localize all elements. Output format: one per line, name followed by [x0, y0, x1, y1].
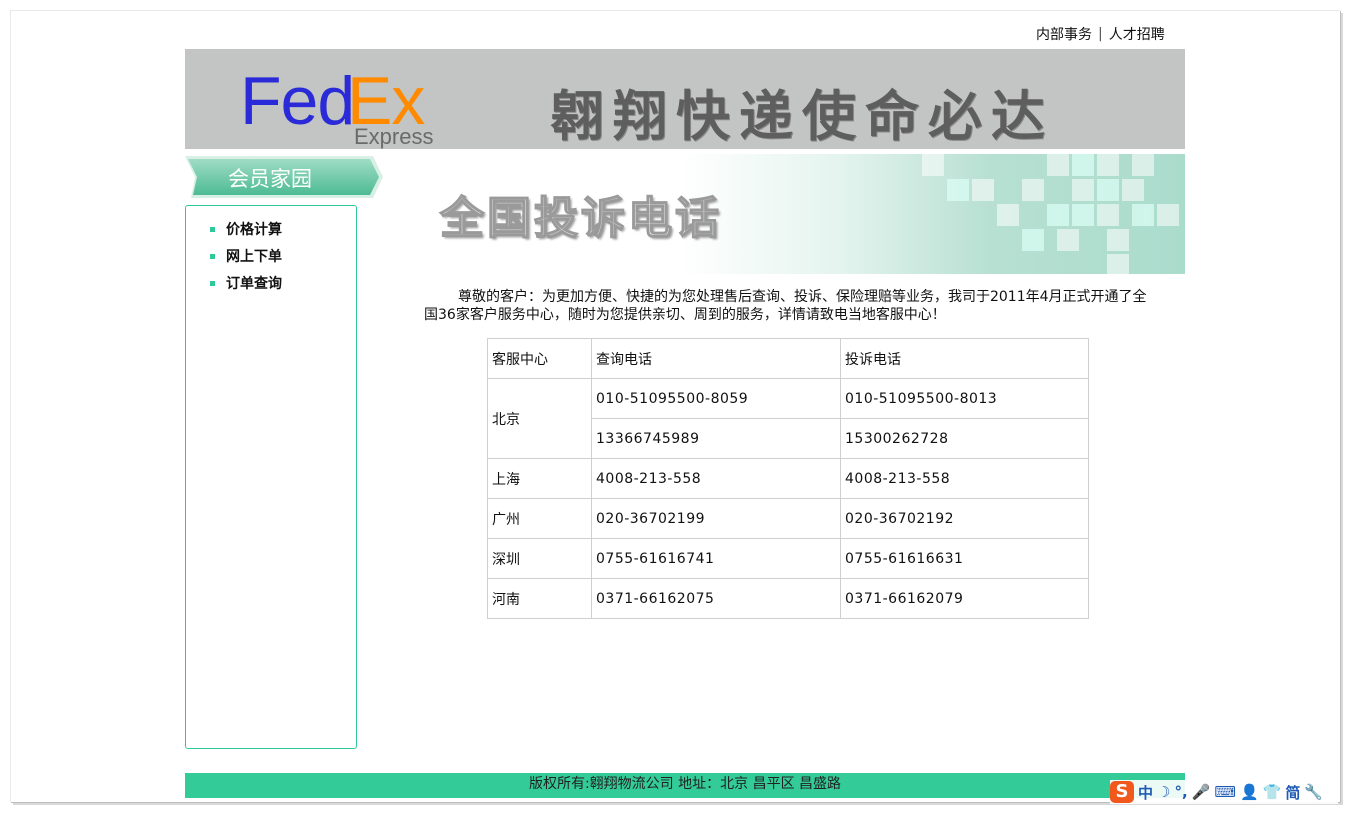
sidebar-menu: 价格计算 网上下单 订单查询	[185, 205, 357, 749]
wrench-icon[interactable]: 🔧	[1304, 783, 1323, 801]
city-cell: 广州	[487, 498, 592, 539]
half-width-moon-icon[interactable]: ☽	[1157, 783, 1170, 801]
punctuation-icon[interactable]: °,	[1174, 783, 1187, 801]
bullet-icon	[210, 254, 215, 259]
inquiry-phone-cell: 13366745989	[591, 418, 841, 459]
keyboard-icon[interactable]: ⌨	[1214, 783, 1236, 801]
intro-paragraph: 尊敬的客户：为更加方便、快捷的为您处理售后查询、投诉、保险理赔等业务，我司于20…	[424, 289, 1147, 323]
complaint-phone-cell: 020-36702192	[840, 498, 1089, 539]
logo-express-text: Express	[354, 124, 434, 149]
sidebar-item-online-order[interactable]: 网上下单	[210, 247, 282, 274]
skin-shirt-icon[interactable]: 👕	[1263, 783, 1282, 801]
microphone-icon[interactable]: 🎤	[1192, 783, 1211, 801]
bullet-icon	[210, 281, 215, 286]
footer-bar: 版权所有:翱翔物流公司 地址：北京 昌平区 昌盛路	[185, 773, 1185, 798]
sidebar-item-label: 网上下单	[226, 249, 282, 265]
simplified-icon[interactable]: 简	[1285, 782, 1300, 803]
fedex-logo: Fed Ex Express	[240, 63, 460, 150]
city-cell: 深圳	[487, 538, 592, 579]
service-center-table: 客服中心 查询电话 投诉电话 北京 010-51095500-8059 010-…	[487, 338, 1089, 619]
complaint-phone-cell: 0371-66162079	[840, 578, 1089, 619]
table-row: 广州 020-36702199 020-36702192	[487, 498, 1089, 539]
complaint-phone-cell: 15300262728	[840, 418, 1089, 459]
member-home-title: 会员家园	[228, 167, 312, 191]
ime-toolbar: S 中 ☽ °, 🎤 ⌨ 👤 👕 简 🔧	[1110, 780, 1338, 804]
link-separator: |	[1098, 26, 1103, 42]
user-icon[interactable]: 👤	[1240, 783, 1259, 801]
chinese-mode-icon[interactable]: 中	[1138, 782, 1153, 803]
complaint-hero-banner: 全国投诉电话	[410, 154, 1185, 274]
header-cell: 查询电话	[591, 338, 841, 379]
inquiry-phone-cell: 010-51095500-8059	[591, 378, 841, 419]
complaint-phone-cell: 0755-61616631	[840, 538, 1089, 579]
table-row: 深圳 0755-61616741 0755-61616631	[487, 538, 1089, 579]
city-cell: 河南	[487, 578, 592, 619]
sidebar-item-label: 价格计算	[226, 222, 282, 238]
complaint-phone-cell: 010-51095500-8013	[840, 378, 1089, 419]
footer-copyright: 版权所有:翱翔物流公司 地址：北京 昌平区 昌盛路	[528, 776, 842, 792]
table-header-row: 客服中心 查询电话 投诉电话	[487, 338, 1089, 379]
hero-title: 全国投诉电话	[439, 192, 722, 245]
complaint-phone-cell: 4008-213-558	[840, 458, 1089, 499]
inquiry-phone-cell: 0371-66162075	[591, 578, 841, 619]
inquiry-phone-cell: 0755-61616741	[591, 538, 841, 579]
member-home-tab: 会员家园	[185, 156, 385, 198]
internal-affairs-link[interactable]: 内部事务	[1036, 24, 1092, 44]
city-cell: 上海	[487, 458, 592, 499]
sidebar-item-order-query[interactable]: 订单查询	[210, 274, 282, 301]
bullet-icon	[210, 227, 215, 232]
careers-link[interactable]: 人才招聘	[1109, 24, 1165, 44]
table-row: 上海 4008-213-558 4008-213-558	[487, 458, 1089, 499]
header-cell: 客服中心	[487, 338, 592, 379]
table-row: 北京 010-51095500-8059 010-51095500-8013	[487, 378, 1089, 459]
logo-fed-text: Fed	[240, 63, 355, 139]
top-links: 内部事务 | 人才招聘	[1036, 24, 1165, 44]
sogou-logo-icon[interactable]: S	[1110, 781, 1134, 803]
sidebar-item-price-calc[interactable]: 价格计算	[210, 220, 282, 247]
city-cell: 北京	[487, 378, 592, 459]
inquiry-phone-cell: 4008-213-558	[591, 458, 841, 499]
inquiry-phone-cell: 020-36702199	[591, 498, 841, 539]
header-cell: 投诉电话	[840, 338, 1089, 379]
table-row: 河南 0371-66162075 0371-66162079	[487, 578, 1089, 619]
banner-slogan: 翱翔快递使命必达	[550, 84, 1054, 148]
sidebar-item-label: 订单查询	[226, 276, 282, 292]
